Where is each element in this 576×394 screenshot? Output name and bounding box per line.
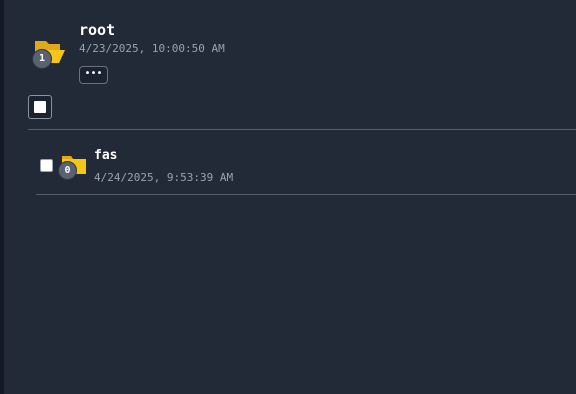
folder-date: 4/23/2025, 10:00:50 AM <box>79 42 225 55</box>
checkbox-fill <box>34 101 46 113</box>
child-count-badge: 0 <box>58 161 77 180</box>
child-count-badge: 1 <box>32 49 52 69</box>
item-title[interactable]: fas <box>94 147 117 165</box>
folder-title: root <box>79 21 116 39</box>
item-date: 4/24/2025, 9:53:39 AM <box>94 171 234 184</box>
more-options-button[interactable]: ••• <box>79 66 108 84</box>
divider <box>36 194 576 195</box>
file-browser: 1 root 4/23/2025, 10:00:50 AM ••• 0 fas … <box>0 0 576 394</box>
select-all-checkbox[interactable] <box>28 95 52 119</box>
left-edge <box>0 0 4 394</box>
divider <box>28 129 576 130</box>
row-checkbox[interactable] <box>40 159 53 172</box>
